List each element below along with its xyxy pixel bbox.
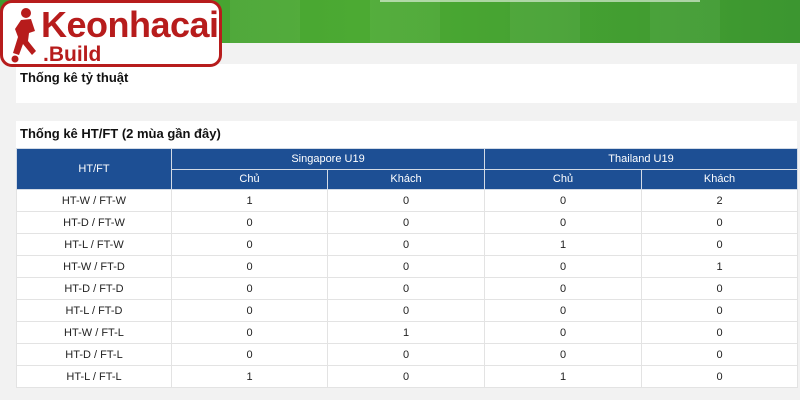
table-cell: 1 [484,233,643,256]
table-cell: 0 [326,343,486,366]
table-cell: 0 [641,365,799,388]
table-row: HT-W / FT-W 1 0 0 2 [16,189,799,212]
team-header-away: Thailand U19 [484,148,799,170]
table-row: HT-D / FT-D 0 0 0 0 [16,277,799,300]
table-cell: 0 [641,277,799,300]
row-label: HT-D / FT-D [16,277,172,300]
table-row: HT-D / FT-L 0 0 0 0 [16,343,799,366]
subheader-away-chu: Chủ [484,168,643,190]
htft-table: HT/FT Singapore U19 Thailand U19 Chủ Khá… [16,148,799,388]
row-label: HT-D / FT-W [16,211,172,234]
table-cell: 0 [484,189,643,212]
section-title-odds: Thống kê tỷ thuật [20,70,129,85]
table-row: HT-W / FT-L 0 1 0 0 [16,321,799,344]
table-cell: 0 [484,211,643,234]
table-row: HT-L / FT-D 0 0 0 0 [16,299,799,322]
team-header-home: Singapore U19 [170,148,486,170]
logo-wordmark: Keonhacai [41,4,219,45]
table-cell: 1 [171,365,328,388]
table-cell: 0 [171,321,328,344]
table-cell: 1 [484,365,643,388]
subheader-home-chu: Chủ [171,168,328,190]
table-cell: 0 [484,299,643,322]
site-logo[interactable]: Keonhacai .Build [0,0,222,67]
row-label: HT-L / FT-L [16,365,172,388]
table-row: HT-L / FT-L 1 0 1 0 [16,365,799,388]
column-header-htft: HT/FT [16,148,172,190]
table-row: HT-W / FT-D 0 0 0 1 [16,255,799,278]
table-cell: 0 [326,233,486,256]
table-cell: 1 [641,255,799,278]
table-cell: 0 [484,277,643,300]
subheader-home-khach: Khách [326,168,486,190]
table-cell: 0 [171,233,328,256]
table-cell: 1 [326,321,486,344]
row-label: HT-L / FT-D [16,299,172,322]
table-cell: 0 [171,299,328,322]
logo-domain: .Build [43,43,102,66]
section-title-htft: Thống kê HT/FT (2 mùa gần đây) [20,126,221,141]
table-cell: 0 [326,211,486,234]
soccer-player-icon [11,8,36,63]
table-cell: 0 [171,277,328,300]
row-label: HT-L / FT-W [16,233,172,256]
row-label: HT-D / FT-L [16,343,172,366]
table-cell: 0 [484,321,643,344]
table-cell: 0 [641,233,799,256]
table-cell: 0 [326,299,486,322]
row-label: HT-W / FT-L [16,321,172,344]
row-label: HT-W / FT-W [16,189,172,212]
table-cell: 0 [171,211,328,234]
table-cell: 0 [171,343,328,366]
table-cell: 1 [171,189,328,212]
table-cell: 0 [641,321,799,344]
table-cell: 2 [641,189,799,212]
table-cell: 0 [171,255,328,278]
table-row: HT-D / FT-W 0 0 0 0 [16,211,799,234]
table-cell: 0 [641,299,799,322]
table-cell: 0 [484,343,643,366]
table-cell: 0 [326,255,486,278]
row-label: HT-W / FT-D [16,255,172,278]
table-cell: 0 [641,343,799,366]
table-cell: 0 [484,255,643,278]
htft-stats-panel: Thống kê HT/FT (2 mùa gần đây) HT/FT Sin… [16,121,799,388]
table-cell: 0 [326,277,486,300]
table-cell: 0 [326,365,486,388]
odds-stats-panel: Thống kê tỷ thuật [16,64,797,103]
table-row: HT-L / FT-W 0 0 1 0 [16,233,799,256]
table-cell: 0 [641,211,799,234]
subheader-away-khach: Khách [641,168,799,190]
table-cell: 0 [326,189,486,212]
